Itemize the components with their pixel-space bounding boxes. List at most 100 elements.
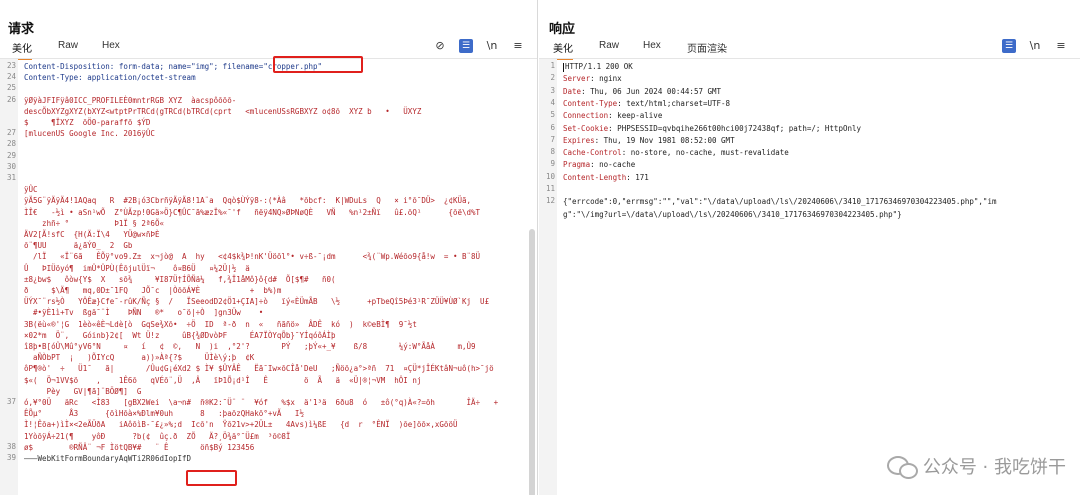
tab-hex[interactable]: Hex xyxy=(643,40,661,54)
line-number: 8 xyxy=(550,147,555,157)
header-value: : no-store, no-cache, must-revalidate xyxy=(621,148,789,158)
code-line: Pèy GV|¶ã]¨BÖØ¶] G xyxy=(24,386,142,396)
response-line: Content-Length: 171 xyxy=(563,172,1068,184)
response-pane: 响应 美化 Raw Hex 页面渲染 ☰ \n ≡ 1 HTTP/1.1 200 … xyxy=(539,0,1080,495)
tab-raw[interactable]: Raw xyxy=(599,40,619,54)
text-cursor xyxy=(563,62,564,72)
code-line: $«( Ö¬1VV$ö , 1Ê6õ qVÉõ¨,Ü ,Â ïÞ1Õ¡d¹Î Ê… xyxy=(24,375,422,385)
code-line: ø$ ®RÑÂ¨ ¬F ÌötQB¥# ¨ Ê öñ$Bý 123456 xyxy=(24,442,255,452)
header-key: Pragma xyxy=(563,160,591,170)
line-number: 31 xyxy=(6,173,16,182)
line-number: 5 xyxy=(550,110,555,120)
menu-icon[interactable]: ≡ xyxy=(1054,39,1068,53)
wechat-icon xyxy=(886,453,918,479)
header-key: Set-Cookie xyxy=(563,123,609,133)
response-line: Content-Type: text/html;charset=UTF-8 xyxy=(563,98,1068,110)
code-line: ÄV2[Ã!sfC {H(Ä:Ï\4 YÜ@w×ñÞÈ xyxy=(24,230,160,239)
line-number: 37 xyxy=(6,397,16,406)
request-title: 请求 xyxy=(8,21,35,36)
code-line: ð $\Ä¶ mq,0D±¯1FQ JÕ¯c |ÒõõÁ¥È + b%)m xyxy=(24,286,282,295)
tab-render[interactable]: 页面渲染 xyxy=(687,40,727,58)
line-number: 2 xyxy=(550,73,555,83)
code-line: zhñ÷ ° Þ1Ï § 2ª6Õ« xyxy=(24,218,164,228)
line-number: 7 xyxy=(550,134,555,144)
code-line: /lÏ «Ï¨6ã ÊÕÿ°vo9.Z± x¬jò@ A hy <¢4$k¾Þ!… xyxy=(24,252,481,262)
header-key: Content-Length xyxy=(563,172,627,182)
line-number: 29 xyxy=(6,150,16,160)
response-line: Connection: keep-alive xyxy=(563,110,1068,122)
code-line: õ¨¶UU ä¿ãÝ0_ 2 Gb xyxy=(24,241,133,251)
content-highlight xyxy=(186,470,237,486)
tab-pretty[interactable]: 美化 xyxy=(553,40,573,60)
response-line: Pragma: no-cache xyxy=(563,159,1068,171)
header-value: : Thu, 19 Nov 1981 08:52:00 GMT xyxy=(594,135,735,145)
newline-icon[interactable]: \n xyxy=(1028,39,1042,53)
line-number: 38 xyxy=(6,441,16,451)
line-number: 11 xyxy=(545,184,555,193)
menu-icon[interactable]: ≡ xyxy=(511,39,525,53)
eye-slash-icon[interactable]: ⊘ xyxy=(433,39,447,53)
filename-highlight xyxy=(273,56,363,73)
line-gutter xyxy=(0,59,18,495)
line-number: 25 xyxy=(6,83,16,93)
response-toolbar: ☰ \n ≡ xyxy=(1002,38,1068,54)
code-line: Content-Type: application/octet-stream xyxy=(24,73,196,83)
header-key: Connection xyxy=(563,111,609,121)
line-number: 12 xyxy=(545,196,555,206)
code-line: ÌÎ€ -½ì • aSn¹wÕ Z°ÙÃzp!0Gä»Ö}C¶ÛC¯ã%æzÏ… xyxy=(24,207,481,217)
response-line: Set-Cookie: PHPSESSID=qvbqihe266t00hci00… xyxy=(563,123,1068,135)
code-line: Û ÞIÜöyó¶ imÛ*ÛPÙ(ÊõjulÜï¬ ô¤B6Ü ¤¼2Ü|½ … xyxy=(24,263,250,273)
code-line: ÊÕµ° Å3 {õìHõà×%Ðlm¥0uh 8 :þaõzQHakö°+vÃ… xyxy=(24,409,304,419)
code-line: ±8¿bw$ ôòw{Y$ X sõ¾ ¥I87Ü†ÍÕÑä¼ f,¾Ï1åMô… xyxy=(24,274,336,284)
response-title: 响应 xyxy=(549,21,576,36)
request-scrollbar[interactable] xyxy=(529,229,535,495)
header-value: : Thu, 06 Jun 2024 00:44:57 GMT xyxy=(581,86,722,96)
response-line: Date: Thu, 06 Jun 2024 00:44:57 GMT xyxy=(563,86,1068,98)
line-number: 23 xyxy=(6,61,16,70)
response-line: Expires: Thu, 19 Nov 1981 08:52:00 GMT xyxy=(563,135,1068,147)
tab-hex[interactable]: Hex xyxy=(102,40,120,54)
header-value: : nginx xyxy=(590,74,622,84)
line-number: 24 xyxy=(6,72,16,82)
code-line: [mlucenUS Google Inc. 2016ÿÛC xyxy=(24,129,155,139)
code-line: Ì!¦Êõa+)ìÌ×<2eÃÜðA iAôõìB-¯£¿»%;d Icõ'n … xyxy=(24,420,458,430)
code-line: ÜÝX¯¨rs½Ò YÔÊæ}Cfe¯-rûK/Ñç § / ÏSeeodD2¢… xyxy=(24,297,490,307)
response-line: g":"\/img?url=\/data\/upload\/ls\/202406… xyxy=(563,209,1068,221)
code-line: 3B(ëù«®'¦G 1èò«êÈ¬Ldè[ò GqSe¾Xõ• ÷Ö ID ª… xyxy=(24,319,417,329)
code-line: #•ÿÈ1ì+Tv ßgä¯¨Ì ÞÑN ®* o¯ö|÷Ò ]gn3Üw • xyxy=(24,308,264,318)
code-line: ———WebKitFormBoundaryAqWTi2R06dIopIfD xyxy=(24,454,192,463)
code-line: 1YòõÿÁ÷21(¶ yôÐ ?b(¢ ûç.ð ZÕ Ä?¸Ö¾ä°¯Ü£m… xyxy=(24,431,291,441)
header-value: : text/html;charset=UTF-8 xyxy=(617,98,731,108)
line-number: 28 xyxy=(6,139,16,149)
tab-pretty[interactable]: 美化 xyxy=(12,40,32,60)
request-editor[interactable]: 23 Content-Disposition: form-data; name="… xyxy=(0,58,537,495)
response-line: Server: nginx xyxy=(563,73,1068,85)
response-line: Cache-Control: no-store, no-cache, must-… xyxy=(563,147,1068,159)
code-line: ÿØÿàJFIFÿâ0ICC_PROFILEÈ0mntrRGB XYZ àacs… xyxy=(24,95,237,105)
line-number: 26 xyxy=(6,94,16,104)
code-line: ÿÄ5G¨ÿÄÿÄ4!1AQaq R #2B¡ó3CbrñÿÄÿÄ8!1A¨a … xyxy=(24,196,472,206)
header-key: HTTP/1.1 200 OK xyxy=(565,62,633,71)
line-number: 27 xyxy=(6,128,16,138)
watermark: 公众号 · 我吃饼干 xyxy=(886,453,1066,479)
header-value: g":"\/img?url=\/data\/upload\/ls\/202406… xyxy=(563,209,902,219)
header-value: : PHPSESSID=qvbqihe266t00hci00j72438qf; … xyxy=(608,123,862,133)
response-line: HTTP/1.1 200 OK xyxy=(563,61,1068,73)
line-number: 39 xyxy=(6,453,16,462)
response-tabs: 美化 Raw Hex 页面渲染 xyxy=(539,40,1080,60)
line-number: 6 xyxy=(550,122,555,132)
wrap-icon[interactable]: ☰ xyxy=(459,39,473,53)
line-number: 4 xyxy=(550,97,555,107)
newline-icon[interactable]: \n xyxy=(485,39,499,53)
code-line: ôP¶®ò' ÷ Ü1¯ ã| /Ûu¢G¡éXd2 $ Ì¥ $ÛYÂÊ Ëã… xyxy=(24,364,494,374)
header-value: {"errcode":0,"errmsg":"","val":"\/data\/… xyxy=(563,197,997,207)
tab-raw[interactable]: Raw xyxy=(58,40,78,54)
code-line: ó,¥°0Ü äRc <Ì83 [gBX2Wei \a¬n# ñ®K2:¯Ü¨ … xyxy=(24,398,499,407)
code-line: descÕbXYZgXYZ(bXYZ<wtptPrTRCd(gTRCd(bTRC… xyxy=(24,106,422,116)
code-line: ÿÛC xyxy=(24,185,38,195)
request-pane: 请求 美化 Raw Hex ⊘ ☰ \n ≡ 23 Content-Disposi… xyxy=(0,0,538,495)
header-key: Expires xyxy=(563,135,595,145)
line-number: 9 xyxy=(550,159,555,169)
wrap-icon[interactable]: ☰ xyxy=(1002,39,1016,53)
response-editor[interactable]: 1 HTTP/1.1 200 OK 2 Server: nginx 3 Date: Thu… xyxy=(539,58,1080,495)
